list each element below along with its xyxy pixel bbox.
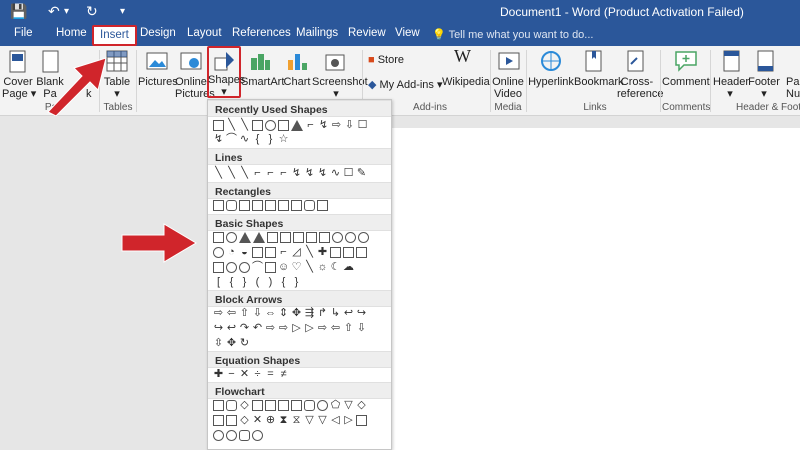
online-video-icon <box>498 52 520 70</box>
footer-icon <box>757 50 774 72</box>
separator <box>660 50 661 112</box>
footer-button[interactable]: Footer ▾ <box>748 76 780 100</box>
basic-shapes-row[interactable]: ⌒ ☺ ♡ ╲ ☼ ☾ ☁ <box>212 262 355 276</box>
comment-button[interactable]: Comment <box>662 76 710 88</box>
undo-icon[interactable]: ↶ <box>48 3 60 20</box>
chart-icon <box>288 54 307 70</box>
header-button[interactable]: Header ▾ <box>713 76 749 100</box>
tab-insert[interactable]: Insert <box>92 25 137 46</box>
title-bar: 💾 ↶ ▾ ↻ ▾ Document1 - Word (Product Acti… <box>0 0 800 24</box>
separator <box>710 50 711 112</box>
tab-mailings[interactable]: Mailings <box>296 27 338 39</box>
section-equation-shapes: Equation Shapes <box>208 351 391 368</box>
wikipedia-button[interactable]: Wikipedia <box>442 76 490 88</box>
online-video-button[interactable]: Online Video <box>492 76 524 100</box>
lines-row[interactable]: ╲ ╲ ╲ ⌐ ⌐ ⌐ ↯ ↯ ↯ ∿ ☐ ✎ <box>212 168 368 182</box>
page-number-button[interactable]: PaNum <box>786 76 800 100</box>
tab-review[interactable]: Review <box>348 27 386 39</box>
section-lines: Lines <box>208 148 391 165</box>
basic-shapes-row[interactable]: [{}(){} <box>212 277 303 291</box>
section-recently-used: Recently Used Shapes <box>208 100 391 117</box>
ribbon-tabs: File Home Insert Design Layout Reference… <box>0 24 800 46</box>
bookmark-button[interactable]: Bookmark <box>574 76 624 88</box>
block-arrows-row[interactable]: ⇳ ✥ ↻ <box>212 338 251 352</box>
ribbon-insert: Cover Page ▾ Blank Pa k Pa Table ▾ Tables P… <box>0 46 800 116</box>
separator <box>526 50 527 112</box>
hyperlink-button[interactable]: Hyperlink <box>528 76 574 88</box>
pictures-button[interactable]: Pictures <box>138 76 178 88</box>
flowchart-row[interactable]: ◇ ✕ ⊕ ⧗ ⧖ ▽ ▽ ◁ ▷ <box>212 415 368 429</box>
window-title: Document1 - Word (Product Activation Fai… <box>500 5 744 19</box>
cross-reference-icon <box>627 50 644 72</box>
header-footer-group-label: Header & Footer <box>736 102 800 113</box>
my-addins-button[interactable]: ◆ My Add-ins ▾ <box>368 79 443 91</box>
links-group-label: Links <box>583 102 607 113</box>
tab-design[interactable]: Design <box>140 27 176 39</box>
wikipedia-icon: W <box>454 46 471 66</box>
online-pictures-button[interactable]: Online Pictures <box>175 76 215 100</box>
screenshot-button[interactable]: Screenshot ▾ <box>312 76 368 100</box>
annotation-arrow-icon <box>121 223 197 263</box>
undo-dropdown-icon[interactable]: ▾ <box>64 6 69 17</box>
recent-shapes-row[interactable]: ↯ ⌒ ∿{} ☆ <box>212 134 290 148</box>
tab-layout[interactable]: Layout <box>187 27 222 39</box>
separator <box>136 50 137 112</box>
tab-references[interactable]: References <box>232 27 291 39</box>
smartart-icon <box>251 54 270 70</box>
redo-icon[interactable]: ↻ <box>86 3 98 20</box>
media-group-label: Media <box>494 102 522 113</box>
block-arrows-row[interactable]: ⇨ ⇦ ⇧ ⇩ ⇔ ⇕ ✥ ⇶ ↱ ↳ ↩ ↪ <box>212 308 368 322</box>
equation-shapes-row[interactable]: ✚ − ✕ ÷ = ≠ <box>212 369 290 383</box>
cross-reference-button[interactable]: Cross-reference <box>617 76 663 100</box>
online-pictures-icon <box>180 52 202 70</box>
lightbulb-icon: 💡 <box>432 29 449 41</box>
pictures-icon <box>146 52 168 70</box>
tab-home[interactable]: Home <box>56 27 87 39</box>
store-button[interactable]: ■ Store <box>368 54 404 66</box>
addins-group-label: Add-ins <box>413 102 447 113</box>
section-flowchart: Flowchart <box>208 382 391 399</box>
save-icon[interactable]: 💾 <box>10 3 27 20</box>
shapes-icon <box>214 52 234 71</box>
annotation-arrow-icon <box>47 57 107 116</box>
smartart-button[interactable]: SmartArt <box>241 76 284 88</box>
tab-view[interactable]: View <box>395 27 420 39</box>
screenshot-icon <box>325 54 345 71</box>
cover-page-icon <box>9 50 26 73</box>
shapes-gallery: Recently Used Shapes ╲ ╲ ⌐ ↯ ⇨ ⇩ ☐ ↯ ⌒ ∿{} ☆ Line… <box>207 99 392 450</box>
section-rectangles: Rectangles <box>208 182 391 199</box>
section-basic-shapes: Basic Shapes <box>208 214 391 231</box>
cover-page-button[interactable]: Cover Page ▾ <box>2 76 36 100</box>
addins-icon: ◆ <box>368 79 380 91</box>
comment-icon <box>675 51 697 72</box>
block-arrows-row[interactable]: ↪ ↩ ↷ ↶ ⇨ ⇨ ▷ ▷ ⇨ ⇦ ⇧ ⇩ <box>212 323 368 337</box>
store-icon: ■ <box>368 54 378 66</box>
document-page[interactable] <box>380 128 800 450</box>
section-block-arrows: Block Arrows <box>208 290 391 307</box>
tab-file[interactable]: File <box>14 27 33 39</box>
tell-me-search[interactable]: 💡 Tell me what you want to do... <box>432 28 593 41</box>
flowchart-row[interactable] <box>212 430 264 444</box>
flowchart-row[interactable]: ◇ ⬠ ▽ ◇ <box>212 400 368 414</box>
chart-button[interactable]: Chart <box>282 76 312 88</box>
customize-toolbar-icon[interactable]: ▾ <box>120 6 125 17</box>
shapes-button[interactable]: Shapes ▾ <box>208 74 245 98</box>
basic-shapes-row[interactable]: ◔ ◒ ⌐ ◿ ╲ ✚ <box>212 247 368 261</box>
recent-shapes-row[interactable]: ╲ ╲ ⌐ ↯ ⇨ ⇩ ☐ <box>212 120 369 134</box>
bookmark-icon <box>585 50 602 72</box>
hyperlink-icon <box>541 51 561 71</box>
comments-group-label: Comments <box>662 102 711 113</box>
header-icon <box>723 50 740 72</box>
rectangles-row[interactable] <box>212 200 329 214</box>
basic-shapes-row[interactable] <box>212 232 370 246</box>
